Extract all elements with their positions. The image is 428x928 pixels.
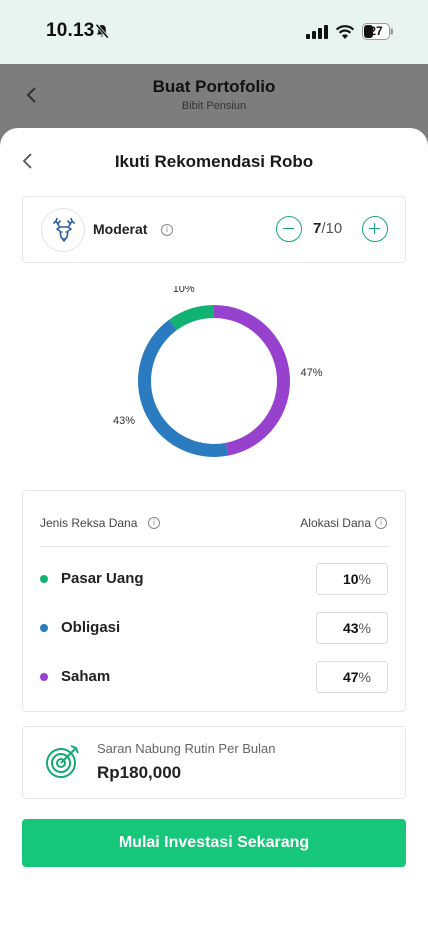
start-investing-button[interactable]: Mulai Investasi Sekarang: [22, 819, 406, 867]
wifi-icon: [335, 25, 355, 39]
allocation-input-saham[interactable]: 47%: [316, 661, 388, 693]
allocation-value: 43: [342, 620, 359, 636]
fund-type-name: Saham: [61, 668, 111, 685]
allocation-row-obligasi: Obligasi 43%: [23, 612, 407, 644]
allocation-value: 47: [342, 669, 359, 685]
legend-dot: [40, 575, 48, 583]
deer-icon: [53, 218, 75, 242]
donut-slice-saham: [214, 305, 290, 456]
risk-level-indicator: 7/10: [313, 220, 342, 237]
robo-recommendation-sheet: Ikuti Rekomendasi Robo Moderat i 7/10 47…: [0, 128, 428, 928]
fund-type-name: Pasar Uang: [61, 570, 144, 587]
allocation-card: Jenis Reksa Dana i Alokasi Dana i Pasar …: [22, 490, 406, 712]
info-icon[interactable]: i: [375, 517, 387, 529]
donut-label: 43%: [113, 415, 135, 427]
sheet-title: Ikuti Rekomendasi Robo: [114, 152, 314, 171]
allocation-value: 10: [342, 571, 359, 587]
risk-level-total: /10: [321, 220, 343, 237]
percent-unit: %: [358, 669, 371, 685]
background-page-subtitle: Bibit Pensiun: [181, 100, 247, 112]
allocation-row-saham: Saham 47%: [23, 661, 407, 693]
battery-icon: 27: [362, 23, 394, 40]
donut-slice-pasar-uang: [169, 305, 214, 331]
donut-slice-obligasi: [138, 319, 229, 457]
avatar: [41, 208, 85, 252]
allocation-input-pasar-uang[interactable]: 10%: [316, 563, 388, 595]
divider: [40, 546, 390, 547]
info-icon[interactable]: i: [148, 517, 160, 529]
allocation-row-pasar-uang: Pasar Uang 10%: [23, 563, 407, 595]
risk-profile-name: Moderat: [93, 221, 148, 237]
status-time: 10.13: [46, 20, 95, 41]
target-icon: [46, 745, 79, 778]
fund-type-header: Jenis Reksa Dana: [40, 516, 138, 530]
allocation-header: Alokasi Dana: [300, 516, 371, 530]
saving-amount: Rp180,000: [97, 763, 182, 782]
battery-level: 27: [369, 24, 383, 38]
increase-risk-button[interactable]: [362, 216, 388, 242]
bell-off-icon: [95, 23, 109, 39]
legend-dot: [40, 673, 48, 681]
percent-unit: %: [358, 620, 371, 636]
risk-profile-card: Moderat i 7/10: [22, 196, 406, 263]
saving-suggestion-card: Saran Nabung Rutin Per Bulan Rp180,000: [22, 726, 406, 799]
percent-unit: %: [358, 571, 371, 587]
background-page-title: Buat Portofolio: [152, 77, 276, 96]
fund-type-name: Obligasi: [61, 619, 121, 636]
decrease-risk-button[interactable]: [276, 216, 302, 242]
info-icon[interactable]: i: [161, 224, 173, 236]
signal-icon: [306, 25, 328, 39]
status-bar: 10.13 27: [0, 0, 428, 64]
donut-label: 10%: [173, 286, 195, 295]
saving-label: Saran Nabung Rutin Per Bulan: [97, 741, 276, 756]
donut-chart-svg: 47% 43% 10%: [113, 283, 323, 457]
legend-dot: [40, 624, 48, 632]
allocation-input-obligasi[interactable]: 43%: [316, 612, 388, 644]
allocation-donut-chart: 47% 43% 10%: [0, 283, 428, 476]
donut-label: 47%: [301, 367, 323, 379]
